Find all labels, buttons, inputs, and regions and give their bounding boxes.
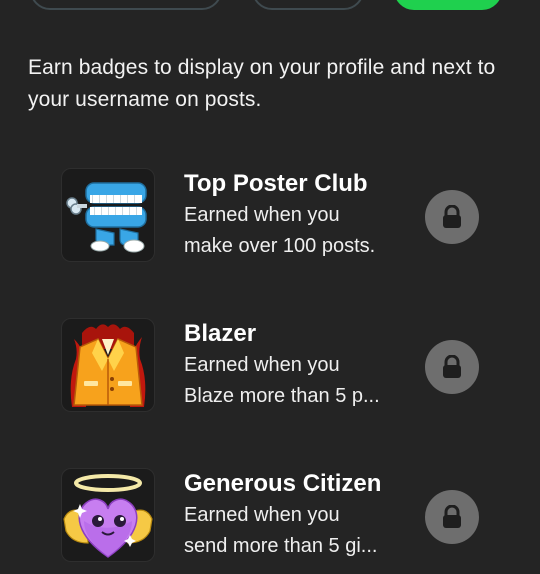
badge-row-top-poster-club[interactable]: Top Poster Club Earned when you make ove… bbox=[0, 166, 540, 276]
tab-pill-active[interactable] bbox=[394, 0, 502, 10]
badge-text-block: Blazer Earned when you Blaze more than 5… bbox=[184, 318, 414, 412]
badge-text-block: Generous Citizen Earned when you send mo… bbox=[184, 468, 414, 562]
badges-intro-text: Earn badges to display on your profile a… bbox=[28, 56, 496, 111]
tab-pill-1[interactable] bbox=[30, 0, 222, 10]
badge-row-generous-citizen[interactable]: Generous Citizen Earned when you send mo… bbox=[0, 466, 540, 574]
badge-text-block: Top Poster Club Earned when you make ove… bbox=[184, 168, 414, 262]
badge-row-blazer[interactable]: Blazer Earned when you Blaze more than 5… bbox=[0, 316, 540, 426]
lock-icon bbox=[443, 355, 461, 378]
lock-status-button[interactable] bbox=[425, 340, 479, 394]
top-tab-bar bbox=[0, 0, 540, 12]
badge-title: Blazer bbox=[184, 320, 257, 347]
badge-description-line-1: Earned when you bbox=[184, 504, 340, 526]
badge-description-line-2: Blaze more than 5 p... bbox=[184, 385, 380, 407]
badge-title: Top Poster Club bbox=[184, 170, 368, 197]
lock-status-button[interactable] bbox=[425, 490, 479, 544]
badge-description-line-2: make over 100 posts. bbox=[184, 235, 376, 257]
badge-description-line-1: Earned when you bbox=[184, 354, 340, 376]
badge-description-line-1: Earned when you bbox=[184, 204, 340, 226]
flaming-blazer-icon bbox=[61, 318, 155, 412]
tab-pill-2[interactable] bbox=[252, 0, 364, 10]
lock-icon bbox=[443, 205, 461, 228]
angel-heart-icon bbox=[61, 468, 155, 562]
wind-up-teeth-icon bbox=[61, 168, 155, 262]
badges-screen: Earn badges to display on your profile a… bbox=[0, 0, 540, 574]
lock-icon bbox=[443, 505, 461, 528]
badge-title: Generous Citizen bbox=[184, 470, 382, 497]
badge-description-line-2: send more than 5 gi... bbox=[184, 535, 378, 557]
lock-status-button[interactable] bbox=[425, 190, 479, 244]
